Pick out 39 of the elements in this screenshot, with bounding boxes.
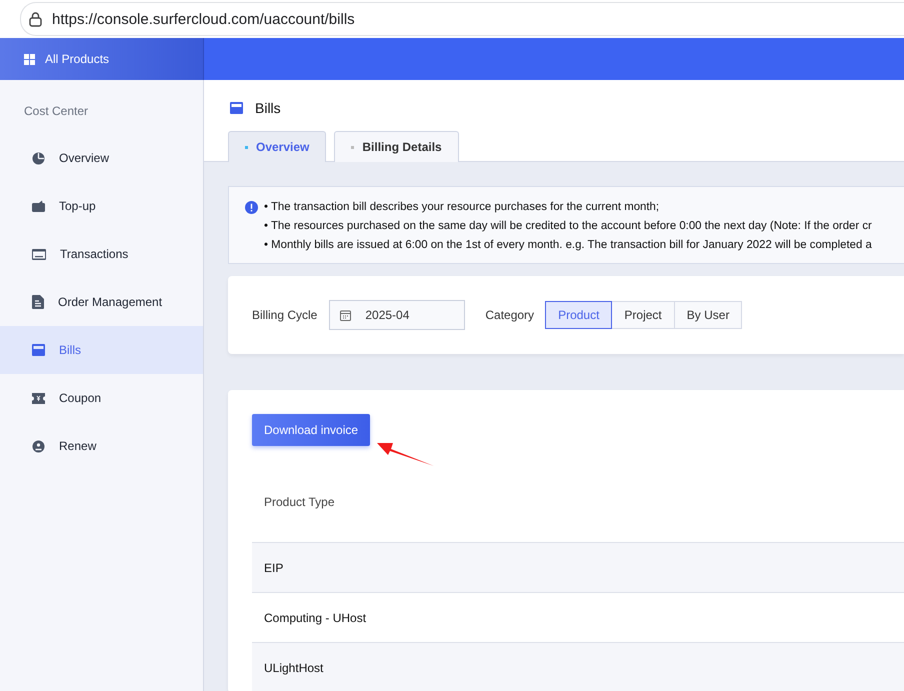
calendar-icon <box>340 310 352 320</box>
category-option[interactable]: By User <box>674 301 742 329</box>
sidebar-item[interactable]: Renew <box>0 422 203 470</box>
download-invoice-button[interactable]: Download invoice <box>252 414 370 446</box>
sidebar-title: Cost Center <box>23 104 90 120</box>
category-option[interactable]: Product <box>545 301 612 329</box>
sidebar-item[interactable]: Coupon <box>0 374 203 422</box>
address-bar[interactable]: https://console.surfercloud.com/uaccount/bills <box>20 2 904 36</box>
sidebar-item[interactable]: Bills <box>0 326 203 374</box>
category-option[interactable]: Project <box>611 301 675 329</box>
renew-icon <box>32 440 45 452</box>
sidebar-item[interactable]: Overview <box>0 134 203 182</box>
tab[interactable]: Billing Details <box>334 131 459 162</box>
date-field[interactable]: 2025-04 <box>329 300 466 330</box>
category-label: Category <box>485 308 534 322</box>
page-title: Bills <box>255 100 281 116</box>
card-icon <box>32 248 46 260</box>
table-cell: Computing - UHost <box>252 593 904 643</box>
sidebar-item[interactable]: Transactions <box>0 230 203 278</box>
sidebar-item[interactable]: Order Management <box>0 278 203 326</box>
all-products-link[interactable]: All Products <box>24 52 110 66</box>
table-cell: ULightHost <box>252 643 904 691</box>
notice-text: • The resources purchased on the same day will be credited to the account before 0:00 the next day (Note: If the order cr <box>264 219 872 234</box>
bill-icon <box>230 102 243 114</box>
info-icon <box>245 201 258 214</box>
bill-icon <box>32 344 45 356</box>
sidebar-item[interactable]: Top-up <box>0 182 203 230</box>
pie-chart-icon <box>32 152 45 164</box>
tab[interactable]: Overview <box>228 131 326 162</box>
wallet-icon <box>32 200 45 212</box>
document-icon <box>32 295 44 309</box>
ticket-icon <box>32 392 45 404</box>
lock-icon <box>29 12 42 26</box>
notice-text: • Monthly bills are issued at 6:00 on the 1st of every month. e.g. The transaction bill for January 2022 will be completed a <box>264 238 872 253</box>
billing-cycle-label: Billing Cycle <box>252 308 318 322</box>
url-text: https://console.surfercloud.com/uaccount/bills <box>52 10 355 28</box>
grid-icon <box>24 54 35 64</box>
table-cell: EIP <box>252 543 904 593</box>
notice-text: • The transaction bill describes your resource purchases for the current month; <box>264 200 660 215</box>
